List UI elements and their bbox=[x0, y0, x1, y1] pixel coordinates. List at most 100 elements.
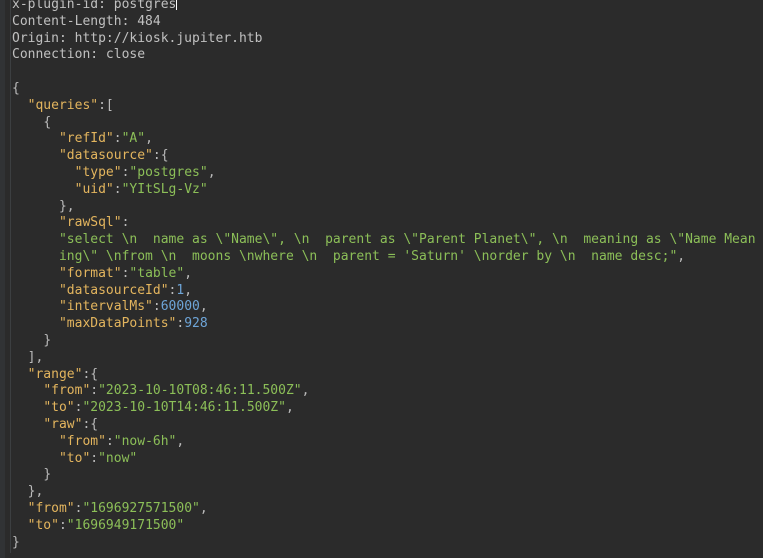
editor-line: "refId":"A", bbox=[12, 131, 763, 148]
json-string: "2023-10-10T08:46:11.500Z" bbox=[98, 383, 302, 399]
editor-line: Connection: close bbox=[12, 47, 763, 64]
json-punctuation: } bbox=[43, 467, 52, 483]
json-key: "to" bbox=[43, 400, 75, 416]
json-key: "range" bbox=[27, 366, 83, 382]
editor-line: "raw":{ bbox=[12, 417, 763, 434]
json-punctuation: , bbox=[301, 383, 310, 399]
editor-line: "to":"1696949171500" bbox=[12, 518, 763, 535]
json-key: "from" bbox=[58, 433, 106, 449]
json-punctuation: :[ bbox=[98, 97, 114, 113]
json-key: "uid" bbox=[74, 181, 114, 197]
header-text: x-plugin-id: postgres bbox=[12, 0, 177, 12]
json-punctuation: : bbox=[105, 433, 114, 449]
json-punctuation: : bbox=[113, 131, 122, 147]
editor-line: "maxDataPoints":928 bbox=[12, 316, 763, 333]
editor-line: "from":"1696927571500", bbox=[12, 501, 763, 518]
editor-line: }, bbox=[12, 484, 763, 501]
json-punctuation: : bbox=[152, 299, 161, 315]
json-string: "1696927571500" bbox=[82, 500, 200, 516]
json-key: "type" bbox=[74, 164, 122, 180]
editor-line: }, bbox=[12, 199, 763, 216]
editor-line: "datasourceId":1, bbox=[12, 283, 763, 300]
json-key: "rawSql" bbox=[58, 215, 122, 231]
json-punctuation: : bbox=[121, 215, 130, 231]
header-text: Origin: http://kiosk.jupiter.htb bbox=[12, 30, 263, 46]
json-string: "YItSLg-Vz" bbox=[121, 181, 208, 197]
editor-line: } bbox=[12, 535, 763, 552]
json-key: "raw" bbox=[43, 416, 83, 432]
editor-line: "intervalMs":60000, bbox=[12, 299, 763, 316]
editor-line: { bbox=[12, 115, 763, 132]
json-key: "maxDataPoints" bbox=[58, 316, 177, 332]
editor-line: Origin: http://kiosk.jupiter.htb bbox=[12, 31, 763, 48]
json-punctuation: } bbox=[43, 332, 52, 348]
request-body-text[interactable]: x-plugin-id: postgres Content-Length: 484… bbox=[12, 0, 763, 551]
json-punctuation: { bbox=[12, 80, 20, 96]
json-punctuation: : bbox=[58, 517, 67, 533]
json-punctuation: }, bbox=[27, 484, 44, 500]
editor-line: } bbox=[12, 467, 763, 484]
json-string: "A" bbox=[121, 131, 146, 147]
editor-line: x-plugin-id: postgres bbox=[12, 0, 763, 14]
json-key: "datasourceId" bbox=[58, 282, 169, 298]
json-punctuation: , bbox=[199, 299, 208, 315]
json-key: "from" bbox=[27, 500, 75, 516]
json-punctuation: : bbox=[113, 181, 122, 197]
json-punctuation: , bbox=[677, 248, 686, 264]
json-string: "1696949171500" bbox=[66, 517, 185, 533]
json-punctuation: , bbox=[176, 433, 185, 449]
editor-line: "select \n name as \"Name\", \n parent a… bbox=[12, 232, 763, 266]
editor-line: "from":"2023-10-10T08:46:11.500Z", bbox=[12, 383, 763, 400]
json-string: "table" bbox=[129, 265, 185, 281]
editor-line: "uid":"YItSLg-Vz" bbox=[12, 182, 763, 199]
json-punctuation: , bbox=[184, 265, 193, 281]
json-key: "to" bbox=[58, 450, 91, 466]
json-key: "datasource" bbox=[58, 148, 153, 164]
json-punctuation: , bbox=[145, 131, 153, 147]
json-punctuation: , bbox=[285, 400, 294, 416]
json-number: 928 bbox=[184, 316, 208, 332]
editor-line: Content-Length: 484 bbox=[12, 14, 763, 31]
json-punctuation: , bbox=[199, 500, 208, 516]
json-punctuation: :{ bbox=[82, 366, 99, 382]
header-text: Connection: close bbox=[12, 47, 146, 63]
editor-line: "range":{ bbox=[12, 367, 763, 384]
json-string: "select \n name as \"Name\", \n parent a… bbox=[58, 232, 756, 264]
editor-line: "to":"now" bbox=[12, 451, 763, 468]
editor-line: "to":"2023-10-10T14:46:11.500Z", bbox=[12, 400, 763, 417]
text-cursor bbox=[176, 0, 178, 10]
editor-line: "type":"postgres", bbox=[12, 165, 763, 182]
json-punctuation: , bbox=[207, 164, 216, 180]
editor-line: "rawSql": bbox=[12, 215, 763, 232]
json-string: "now" bbox=[98, 450, 138, 466]
json-key: "refId" bbox=[58, 131, 114, 147]
json-string: "2023-10-10T14:46:11.500Z" bbox=[82, 400, 286, 416]
json-punctuation: , bbox=[184, 282, 193, 298]
json-key: "to" bbox=[27, 517, 59, 533]
json-punctuation: } bbox=[12, 534, 20, 550]
request-editor[interactable]: x-plugin-id: postgres Content-Length: 484… bbox=[0, 0, 763, 558]
json-key: "format" bbox=[58, 265, 122, 281]
header-text: Content-Length: 484 bbox=[12, 13, 161, 29]
json-punctuation: ], bbox=[27, 349, 44, 365]
json-number: 60000 bbox=[160, 299, 200, 315]
editor-line: ], bbox=[12, 350, 763, 367]
json-key: "from" bbox=[43, 383, 91, 399]
json-punctuation: : bbox=[90, 383, 99, 399]
json-punctuation: :{ bbox=[152, 148, 169, 164]
editor-line: "datasource":{ bbox=[12, 148, 763, 165]
editor-line: { bbox=[12, 81, 763, 98]
editor-line: "from":"now-6h", bbox=[12, 434, 763, 451]
json-punctuation: { bbox=[43, 114, 52, 130]
json-punctuation: }, bbox=[58, 198, 75, 214]
json-key: "queries" bbox=[27, 97, 99, 113]
editor-line: } bbox=[12, 333, 763, 350]
editor-line: "format":"table", bbox=[12, 266, 763, 283]
json-string: "now-6h" bbox=[113, 433, 177, 449]
json-punctuation: : bbox=[90, 450, 99, 466]
json-punctuation: :{ bbox=[82, 416, 99, 432]
json-string: "postgres" bbox=[129, 164, 208, 180]
gutter-divider bbox=[10, 0, 11, 553]
json-key: "intervalMs" bbox=[58, 299, 153, 315]
